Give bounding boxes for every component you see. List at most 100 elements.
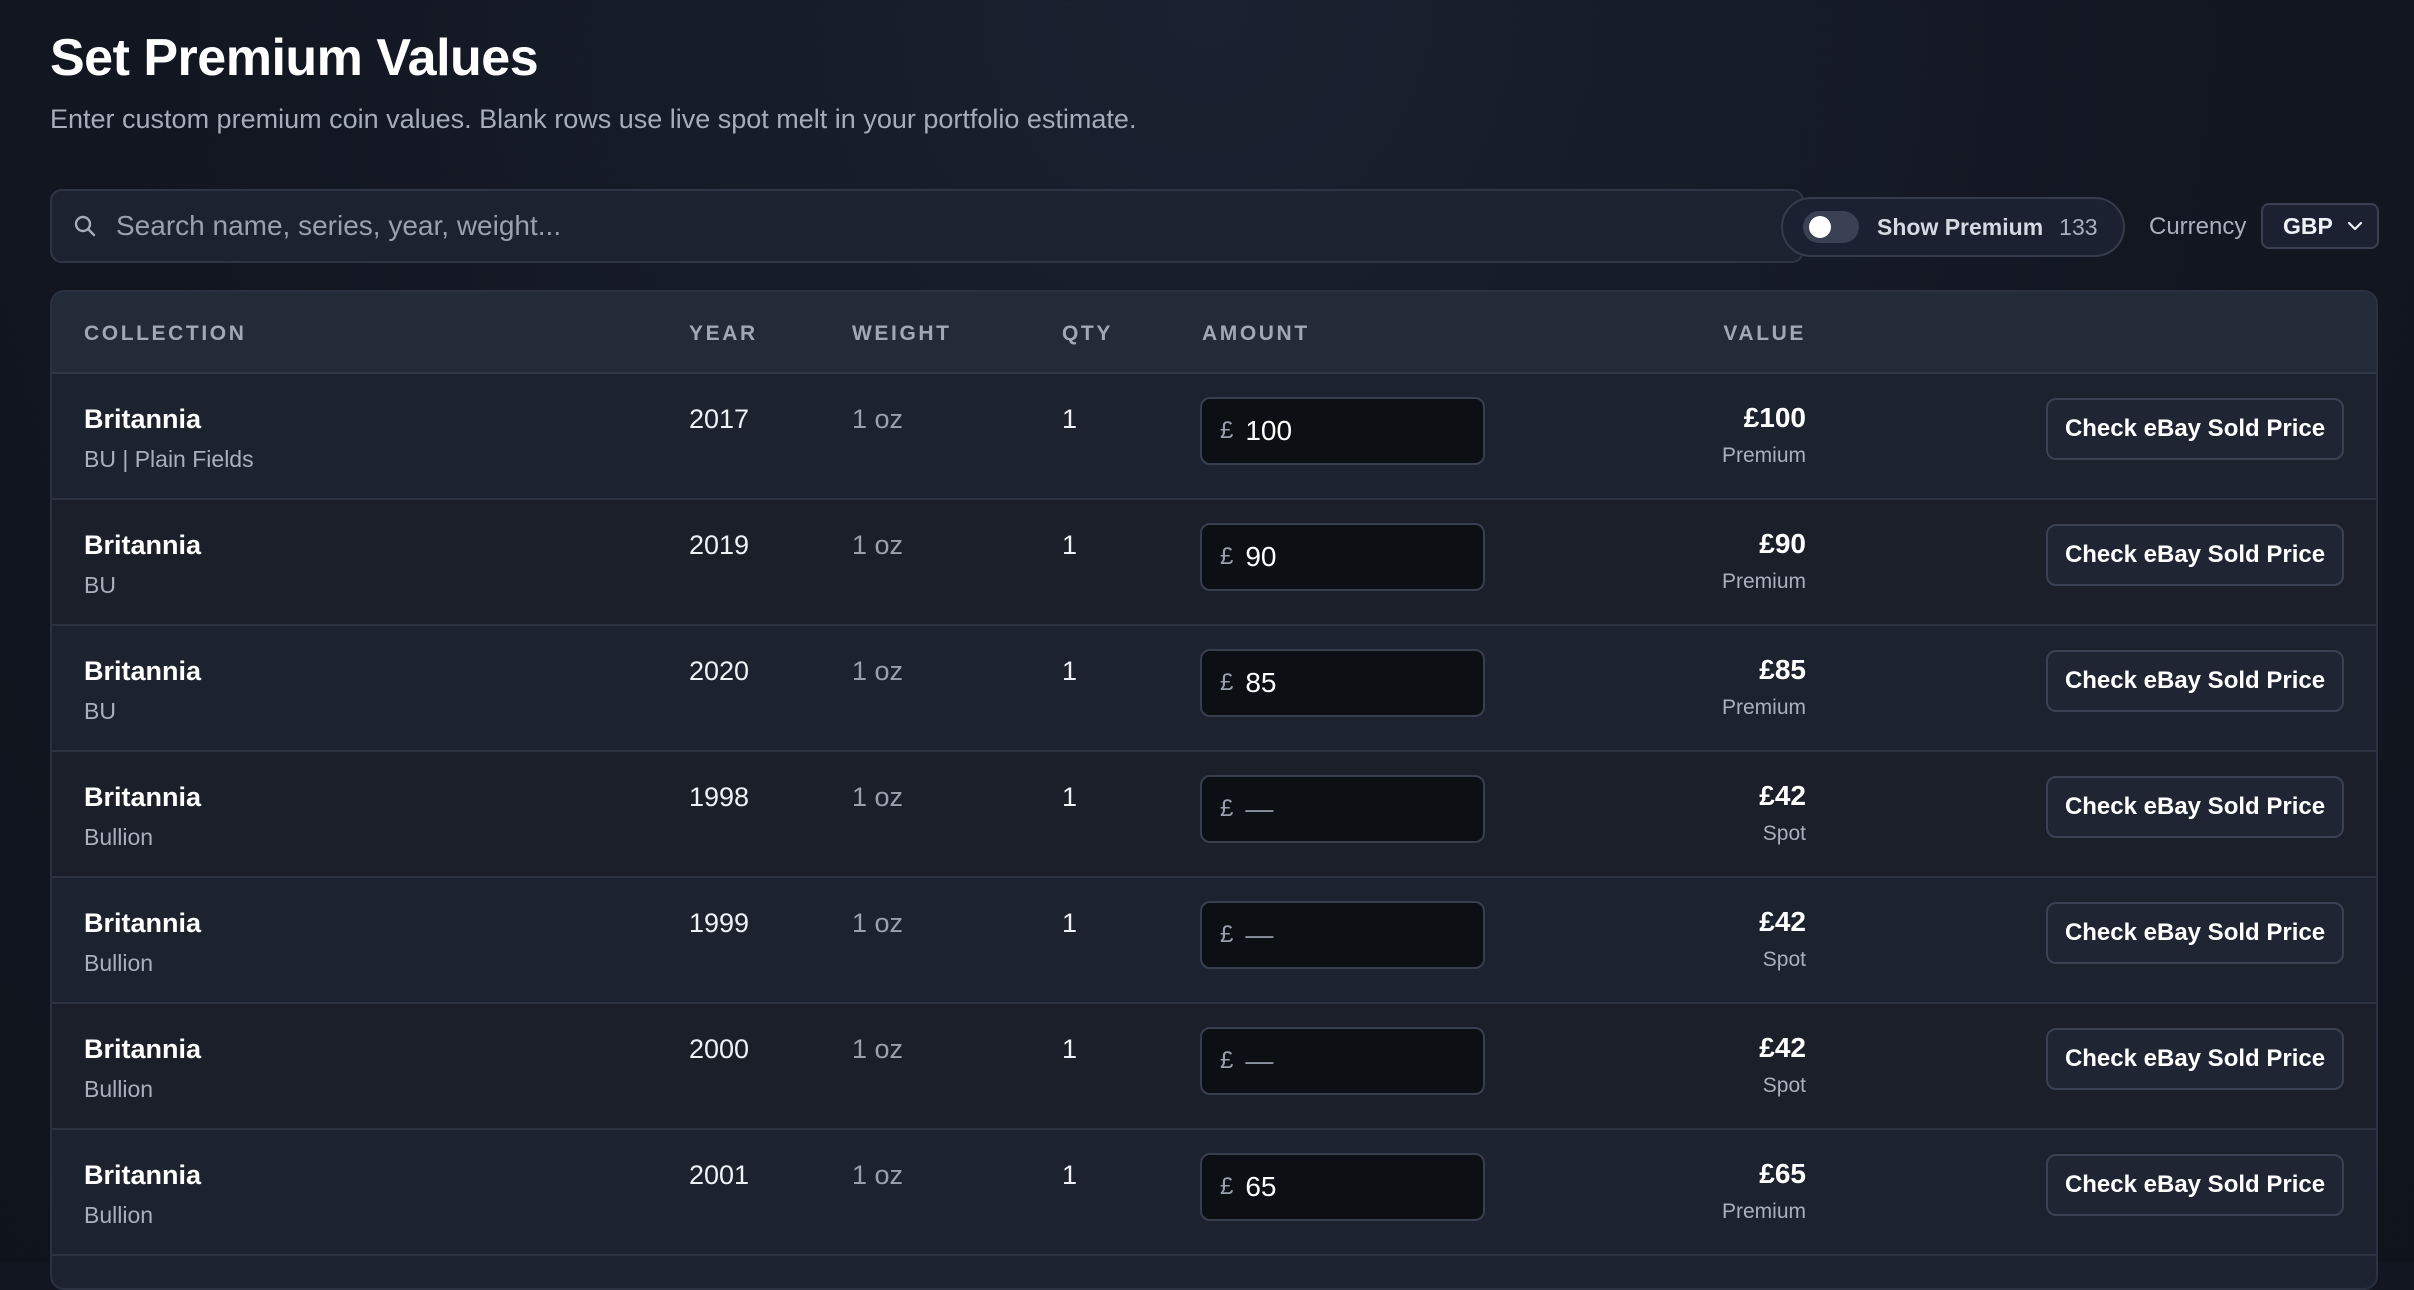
search-icon (72, 213, 98, 239)
amount-field[interactable]: £ (1200, 523, 1485, 591)
table-row: Britannia Bullion 2000 1 oz 1 £ £42 Spot… (52, 1004, 2376, 1130)
check-ebay-sold-price-button[interactable]: Check eBay Sold Price (2046, 776, 2344, 838)
value-cell: £42 Spot (1759, 1032, 1806, 1098)
check-ebay-sold-price-button[interactable]: Check eBay Sold Price (2046, 902, 2344, 964)
amount-input[interactable] (1245, 667, 1446, 699)
search-bar[interactable] (50, 189, 1804, 263)
check-ebay-sold-price-button[interactable]: Check eBay Sold Price (2046, 650, 2344, 712)
currency-symbol: £ (1220, 795, 1234, 822)
column-header-collection: COLLECTION (84, 322, 247, 345)
coin-year: 2019 (689, 530, 750, 560)
column-header-qty: QTY (1062, 322, 1113, 345)
amount-field[interactable]: £ (1200, 901, 1485, 969)
coin-year: 2020 (689, 656, 750, 686)
coin-series: BU (84, 572, 116, 598)
coin-value: £42 (1759, 1032, 1806, 1063)
currency-symbol: £ (1220, 921, 1234, 948)
toggle-knob (1809, 216, 1831, 238)
amount-field[interactable]: £ (1200, 649, 1485, 717)
coin-weight: 1 oz (852, 1034, 904, 1064)
value-cell: £90 Premium (1722, 528, 1806, 594)
amount-field[interactable]: £ (1200, 1027, 1485, 1095)
coin-year: 2000 (689, 1034, 750, 1064)
coin-weight: 1 oz (852, 656, 904, 686)
table-row: Britannia Bullion 1998 1 oz 1 £ £42 Spot… (52, 752, 2376, 878)
check-ebay-sold-price-button[interactable]: Check eBay Sold Price (2046, 1154, 2344, 1216)
coin-value: £90 (1759, 528, 1806, 559)
coin-qty: 1 (1062, 782, 1078, 812)
coin-name: Britannia (84, 404, 202, 434)
coin-year: 2017 (689, 404, 750, 434)
page-subtitle: Enter custom premium coin values. Blank … (50, 104, 1137, 134)
check-ebay-sold-price-button[interactable]: Check eBay Sold Price (2046, 1028, 2344, 1090)
currency-symbol: £ (1220, 417, 1234, 444)
coin-qty: 1 (1062, 656, 1078, 686)
coin-value: £42 (1759, 906, 1806, 937)
coin-year: 1999 (689, 908, 750, 938)
coin-name: Britannia (84, 530, 202, 560)
currency-label: Currency (2149, 213, 2247, 240)
currency-symbol: £ (1220, 669, 1234, 696)
amount-field[interactable]: £ (1200, 1153, 1485, 1221)
value-type: Premium (1721, 570, 1806, 593)
coin-series: BU (84, 698, 116, 724)
show-premium-toggle[interactable]: Show Premium 133 (1781, 197, 2125, 257)
value-cell: £100 Premium (1722, 402, 1806, 468)
check-ebay-sold-price-button[interactable]: Check eBay Sold Price (2046, 524, 2344, 586)
coin-year: 1998 (689, 782, 750, 812)
amount-field[interactable]: £ (1200, 397, 1485, 465)
coin-qty: 1 (1062, 1034, 1078, 1064)
page-title: Set Premium Values (50, 29, 539, 87)
coin-value: £100 (1743, 402, 1806, 433)
coin-qty: 1 (1062, 530, 1078, 560)
column-header-value: VALUE (1723, 322, 1806, 345)
amount-input[interactable] (1245, 415, 1446, 447)
coin-name: Britannia (84, 782, 202, 812)
coin-weight: 1 oz (852, 530, 904, 560)
value-type: Premium (1721, 696, 1806, 719)
value-cell: £85 Premium (1722, 654, 1806, 720)
value-type: Premium (1721, 1200, 1806, 1223)
check-ebay-sold-price-button[interactable]: Check eBay Sold Price (2046, 398, 2344, 460)
premium-table: COLLECTION YEAR WEIGHT QTY AMOUNT VALUE … (50, 290, 2378, 1290)
toggle-switch[interactable] (1803, 211, 1859, 243)
value-type: Premium (1721, 444, 1806, 467)
currency-symbol: £ (1220, 543, 1234, 570)
coin-qty: 1 (1062, 1160, 1078, 1190)
coin-value: £42 (1759, 780, 1806, 811)
show-premium-label: Show Premium (1877, 213, 2044, 240)
coin-series: BU | Plain Fields (84, 446, 254, 472)
amount-input[interactable] (1245, 919, 1446, 951)
coin-weight: 1 oz (852, 404, 904, 434)
table-row: Britannia BU 2020 1 oz 1 £ £85 Premium C… (52, 626, 2376, 752)
currency-select[interactable]: GBP (2261, 203, 2379, 249)
amount-field[interactable]: £ (1200, 775, 1485, 843)
coin-weight: 1 oz (852, 908, 904, 938)
show-premium-count: 133 (2059, 213, 2098, 240)
amount-input[interactable] (1245, 1171, 1446, 1203)
column-header-weight: WEIGHT (852, 322, 952, 345)
currency-value: GBP (2283, 212, 2333, 239)
coin-year: 2001 (689, 1160, 750, 1190)
coin-weight: 1 oz (852, 1160, 904, 1190)
table-row: Britannia Bullion 2001 1 oz 1 £ £65 Prem… (52, 1130, 2376, 1256)
coin-weight: 1 oz (852, 782, 904, 812)
value-cell: £65 Premium (1722, 1158, 1806, 1224)
value-type: Spot (1762, 948, 1806, 971)
amount-input[interactable] (1245, 793, 1446, 825)
coin-qty: 1 (1062, 908, 1078, 938)
table-body: Britannia BU | Plain Fields 2017 1 oz 1 … (52, 374, 2376, 1256)
value-type: Spot (1762, 1074, 1806, 1097)
coin-qty: 1 (1062, 404, 1078, 434)
chevron-down-icon (2345, 216, 2365, 236)
value-type: Spot (1762, 822, 1806, 845)
coin-value: £85 (1759, 654, 1806, 685)
amount-input[interactable] (1245, 541, 1446, 573)
column-header-year: YEAR (689, 322, 758, 345)
amount-input[interactable] (1245, 1045, 1446, 1077)
table-row: Britannia Bullion 1999 1 oz 1 £ £42 Spot… (52, 878, 2376, 1004)
search-input[interactable] (114, 195, 1802, 257)
table-row: Britannia BU | Plain Fields 2017 1 oz 1 … (52, 374, 2376, 500)
currency-symbol: £ (1220, 1047, 1234, 1074)
value-cell: £42 Spot (1759, 780, 1806, 846)
